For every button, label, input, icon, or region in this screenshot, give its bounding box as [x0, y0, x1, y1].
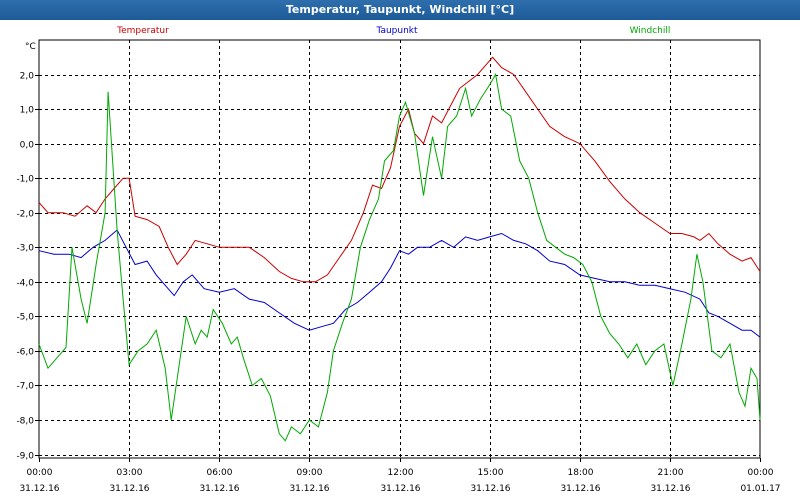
x-tick-date-label: 31.12.16: [470, 484, 510, 494]
x-tick-time-label: 00:00: [748, 468, 774, 478]
window-title: Temperatur, Taupunkt, Windchill [°C]: [0, 0, 800, 20]
y-tick-label: -9,0: [16, 452, 34, 462]
x-tick-date-label: 31.12.16: [560, 484, 600, 494]
x-tick-time-label: 06:00: [207, 468, 233, 478]
chart-canvas: 2,0 1,0 0,0 -1,0 -2,0 -3,0 -4,0 -5,0 -6,0 -7,0 -8,…: [16, 26, 780, 494]
x-tick-time-label: 21:00: [658, 468, 684, 478]
y-tick-label: -7,0: [16, 382, 34, 392]
x-tick-date-label: 31.12.16: [289, 484, 329, 494]
y-tick-label: -2,0: [16, 210, 34, 220]
x-tick-date-label: 31.12.16: [650, 484, 690, 494]
line-chart: 2,0 1,0 0,0 -1,0 -2,0 -3,0 -4,0 -5,0 -6,0 -7,0 -8,…: [0, 20, 800, 500]
x-tick-date-label: 31.12.16: [19, 484, 59, 494]
y-tick-label: -3,0: [16, 244, 34, 254]
y-tick-label: -4,0: [16, 279, 34, 289]
y-tick-label: 0,0: [20, 141, 35, 151]
x-tick-time-label: 15:00: [478, 468, 504, 478]
plot-frame: [38, 39, 761, 459]
y-tick-label: -8,0: [16, 417, 34, 427]
x-tick-time-label: 18:00: [568, 468, 594, 478]
y-axis-label: °C: [25, 42, 36, 52]
y-tick-label: -5,0: [16, 313, 34, 323]
grid-layer: [38, 39, 761, 459]
x-tick-date-label: 31.12.16: [109, 484, 149, 494]
legend-entry-temperatur: Temperatur: [116, 26, 169, 36]
x-tick-date-label: 01.01.17: [740, 484, 780, 494]
y-tick-label: 2,0: [20, 72, 35, 82]
y-tick-label: -1,0: [16, 175, 34, 185]
legend-layer: Temperatur Taupunkt Windchill: [116, 26, 670, 36]
x-tick-time-label: 12:00: [388, 468, 414, 478]
x-tick-time-label: 03:00: [117, 468, 143, 478]
x-tick-date-label: 31.12.16: [199, 484, 239, 494]
legend-entry-taupunkt: Taupunkt: [375, 26, 418, 36]
x-tick-time-label: 09:00: [297, 468, 323, 478]
legend-entry-windchill: Windchill: [630, 26, 671, 36]
x-tick-time-label: 00:00: [27, 468, 53, 478]
y-tick-label: 1,0: [20, 106, 35, 116]
x-tick-date-label: 31.12.16: [380, 484, 420, 494]
y-tick-label: -6,0: [16, 348, 34, 358]
